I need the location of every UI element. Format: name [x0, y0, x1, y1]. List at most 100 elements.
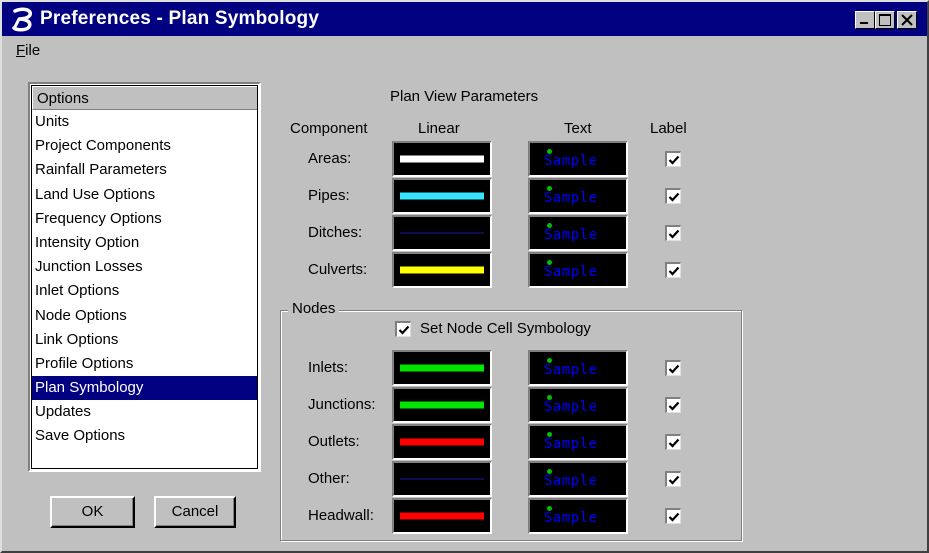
text-symbology-button[interactable]: Sample: [528, 498, 628, 534]
preferences-window: Preferences - Plan Symbology File Option…: [0, 0, 929, 553]
text-origin-dot-icon: [547, 395, 552, 400]
line-style-preview: [400, 512, 484, 520]
text-symbology-button[interactable]: Sample: [528, 424, 628, 460]
cancel-button[interactable]: Cancel: [154, 496, 236, 528]
linear-symbology-button[interactable]: [392, 424, 492, 460]
options-listbox[interactable]: Options Units Project Components Rainfall …: [28, 82, 261, 472]
col-component-header: Component: [290, 120, 368, 137]
text-origin-dot-icon: [547, 469, 552, 474]
linear-symbology-button[interactable]: [392, 350, 492, 386]
line-style-preview: [400, 232, 484, 234]
text-symbology-button[interactable]: Sample: [528, 215, 628, 251]
label-checkbox[interactable]: [665, 434, 681, 450]
line-style-preview: [400, 401, 484, 409]
text-symbology-button[interactable]: Sample: [528, 141, 628, 177]
text-symbology-button[interactable]: Sample: [528, 252, 628, 288]
label-checkbox[interactable]: [665, 508, 681, 524]
linear-symbology-button[interactable]: [392, 387, 492, 423]
options-list-item[interactable]: Profile Options: [32, 352, 257, 376]
menu-bar: File: [2, 36, 927, 64]
maximize-button[interactable]: [875, 11, 895, 29]
maximize-icon: [879, 14, 891, 26]
text-symbology-button[interactable]: Sample: [528, 350, 628, 386]
linear-symbology-button[interactable]: [392, 252, 492, 288]
app-logo-icon: [12, 7, 32, 32]
label-checkbox[interactable]: [665, 397, 681, 413]
label-checkbox[interactable]: [665, 151, 681, 167]
line-style-preview: [400, 155, 484, 163]
component-label: Areas:: [308, 150, 352, 167]
checkmark-icon: [668, 155, 680, 165]
window-title: Preferences - Plan Symbology: [40, 8, 320, 29]
text-symbology-button[interactable]: Sample: [528, 387, 628, 423]
component-label: Other:: [308, 470, 350, 487]
set-node-cell-checkbox[interactable]: [395, 321, 411, 337]
col-label-header: Label: [650, 120, 687, 137]
text-origin-dot-icon: [547, 358, 552, 363]
text-origin-dot-icon: [547, 506, 552, 511]
checkmark-icon: [668, 438, 680, 448]
checkmark-icon: [668, 364, 680, 374]
component-label: Junctions:: [308, 396, 376, 413]
label-checkbox[interactable]: [665, 262, 681, 278]
options-list-item[interactable]: Land Use Options: [32, 183, 257, 207]
line-style-preview: [400, 364, 484, 372]
options-list-item[interactable]: Save Options: [32, 424, 257, 448]
line-style-preview: [400, 438, 484, 446]
checkmark-icon: [668, 475, 680, 485]
title-bar[interactable]: Preferences - Plan Symbology: [2, 2, 927, 36]
close-icon: [901, 14, 913, 26]
sample-text-preview: Sample: [544, 264, 598, 280]
text-origin-dot-icon: [547, 223, 552, 228]
line-style-preview: [400, 478, 484, 480]
options-list-item[interactable]: Rainfall Parameters: [32, 158, 257, 182]
checkmark-icon: [398, 325, 410, 335]
linear-symbology-button[interactable]: [392, 498, 492, 534]
options-list-item[interactable]: Intensity Option: [32, 231, 257, 255]
sample-text-preview: Sample: [544, 436, 598, 452]
label-checkbox[interactable]: [665, 360, 681, 376]
component-label: Culverts:: [308, 261, 368, 278]
ok-button[interactable]: OK: [50, 496, 135, 528]
text-symbology-button[interactable]: Sample: [528, 461, 628, 497]
component-label: Pipes:: [308, 187, 350, 204]
checkmark-icon: [668, 229, 680, 239]
line-style-preview: [400, 192, 484, 200]
sample-text-preview: Sample: [544, 153, 598, 169]
text-symbology-button[interactable]: Sample: [528, 178, 628, 214]
minimize-button[interactable]: [855, 11, 875, 29]
options-list-item[interactable]: Frequency Options: [32, 207, 257, 231]
checkmark-icon: [668, 266, 680, 276]
options-list-item[interactable]: Junction Losses: [32, 255, 257, 279]
sample-text-preview: Sample: [544, 399, 598, 415]
checkmark-icon: [668, 192, 680, 202]
checkmark-icon: [668, 512, 680, 522]
linear-symbology-button[interactable]: [392, 178, 492, 214]
options-list-item[interactable]: Units: [32, 110, 257, 134]
linear-symbology-button[interactable]: [392, 141, 492, 177]
component-label: Headwall:: [308, 507, 374, 524]
options-list-item[interactable]: Inlet Options: [32, 279, 257, 303]
label-checkbox[interactable]: [665, 225, 681, 241]
options-list-item[interactable]: Updates: [32, 400, 257, 424]
label-checkbox[interactable]: [665, 188, 681, 204]
menu-file[interactable]: File: [16, 42, 40, 59]
col-linear-header: Linear: [418, 120, 460, 137]
plan-view-heading: Plan View Parameters: [390, 88, 539, 105]
close-button[interactable]: [897, 11, 917, 29]
nodes-group-label: Nodes: [288, 300, 340, 317]
options-list-item[interactable]: Node Options: [32, 304, 257, 328]
minimize-icon: [860, 22, 868, 24]
component-label: Outlets:: [308, 433, 360, 450]
options-list-item[interactable]: Plan Symbology: [32, 376, 257, 401]
sample-text-preview: Sample: [544, 190, 598, 206]
sample-text-preview: Sample: [544, 510, 598, 526]
sample-text-preview: Sample: [544, 227, 598, 243]
linear-symbology-button[interactable]: [392, 461, 492, 497]
options-list-item[interactable]: Link Options: [32, 328, 257, 352]
options-list-item[interactable]: Project Components: [32, 134, 257, 158]
text-origin-dot-icon: [547, 432, 552, 437]
linear-symbology-button[interactable]: [392, 215, 492, 251]
text-origin-dot-icon: [547, 260, 552, 265]
label-checkbox[interactable]: [665, 471, 681, 487]
